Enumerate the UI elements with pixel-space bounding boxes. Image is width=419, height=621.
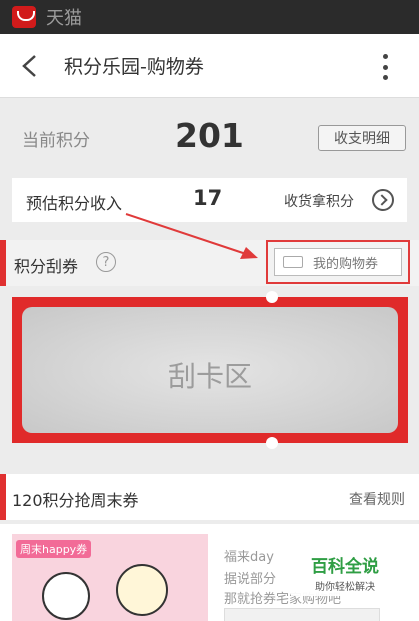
cartoon-face-icon [116, 564, 168, 616]
estimated-income-label: 预估积分收入 [26, 194, 123, 213]
my-coupons-label: 我的购物券 [313, 256, 379, 272]
scratch-area-label: 刮卡区 [167, 360, 252, 393]
promo-tag: 周末happy券 [16, 540, 92, 558]
watermark-logo: 百科全说 助你轻松解决 [290, 548, 400, 596]
estimated-income-value: 17 [193, 186, 223, 210]
more-options-icon[interactable] [381, 54, 389, 80]
section-accent-bar [0, 474, 6, 520]
current-points-row: 当前积分 201 收支明细 [0, 112, 419, 162]
section-accent-bar [0, 240, 6, 286]
scratch-section-header: 积分刮券 ? 我的购物券 [0, 240, 419, 286]
receive-points-link[interactable]: 收货拿积分 [284, 191, 354, 211]
points-detail-button[interactable]: 收支明细 [318, 125, 406, 151]
weekend-section-header: 120积分抢周末券 查看规则 [0, 474, 419, 520]
cartoon-face-icon [42, 572, 90, 620]
current-points-label: 当前积分 [22, 131, 90, 151]
status-bar-app-name: 天猫 [46, 8, 82, 29]
current-points-value: 201 [175, 116, 244, 155]
promo-text-line: 据说部分 [224, 572, 277, 587]
ticket-icon [283, 256, 303, 268]
weekend-section-title: 120积分抢周末券 [12, 491, 139, 510]
app-bar: 积分乐园-购物券 [0, 34, 419, 98]
card-notch-bottom [266, 437, 278, 449]
status-bar: 天猫 [0, 0, 419, 34]
promo-image: 周末happy券 [12, 534, 208, 621]
chevron-right-circle-icon[interactable] [372, 189, 394, 211]
estimated-income-row[interactable]: 预估积分收入 17 收货拿积分 [12, 178, 407, 222]
scratch-section-title: 积分刮券 [14, 257, 79, 276]
scratch-card[interactable]: 刮卡区 [12, 291, 408, 449]
back-arrow-icon[interactable] [20, 54, 40, 78]
my-coupons-button[interactable]: 我的购物券 [274, 248, 402, 276]
page-title: 积分乐园-购物券 [64, 56, 204, 78]
view-rules-link[interactable]: 查看规则 [349, 489, 405, 509]
promo-text-line: 福来day [224, 550, 274, 565]
scratch-area[interactable]: 刮卡区 [22, 307, 398, 433]
promo-claim-button[interactable] [224, 608, 380, 621]
card-notch-top [266, 291, 278, 303]
annotation-highlight-box: 我的购物券 [266, 240, 410, 284]
tmall-logo-icon [12, 6, 36, 28]
help-icon[interactable]: ? [96, 252, 116, 272]
watermark-sub: 助你轻松解决 [315, 582, 375, 593]
watermark-main: 百科全说 [311, 557, 379, 577]
